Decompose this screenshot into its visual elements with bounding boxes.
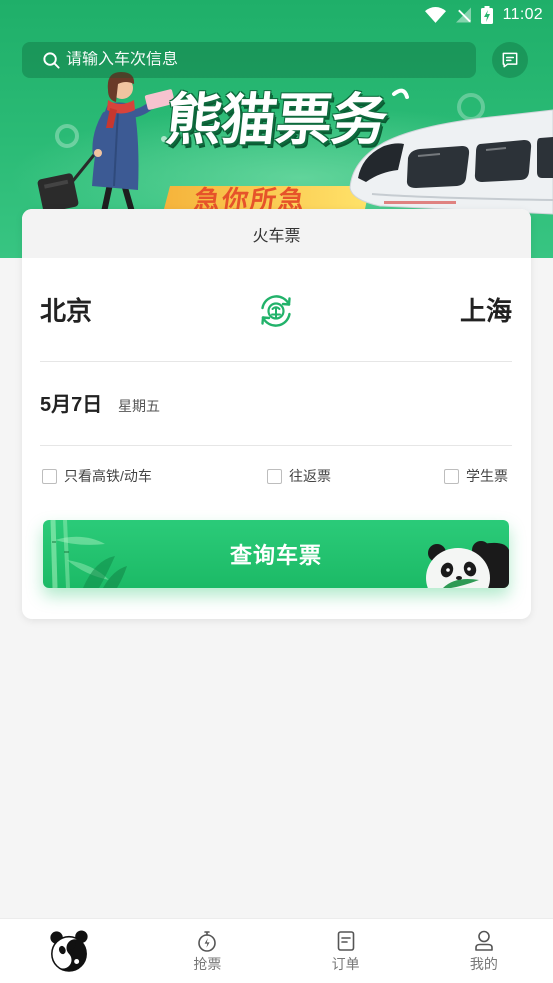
departure-weekday: 星期五 xyxy=(118,398,160,414)
nav-label: 订单 xyxy=(331,956,360,972)
nav-item-grab-tickets[interactable]: 抢票 xyxy=(138,919,276,983)
option-student-ticket[interactable]: 学生票 xyxy=(444,467,508,485)
order-document-icon xyxy=(337,931,354,951)
round-trip-checkbox[interactable] xyxy=(267,468,282,484)
search-tickets-button[interactable]: 查询车票 xyxy=(43,520,509,588)
status-bar: 11:02 xyxy=(424,0,543,30)
app-screen: 熊猫票务 急你所急 11:02 请输入车次信息 火车票 北京 上海 5月7日 星… xyxy=(0,0,553,983)
search-bar[interactable] xyxy=(22,42,476,78)
banner-title: 熊猫票务 xyxy=(162,88,390,153)
search-tickets-label: 查询车票 xyxy=(229,543,322,568)
bottom-nav: 抢票 订单 我的 xyxy=(0,918,553,983)
nav-item-home[interactable] xyxy=(0,919,138,983)
from-station[interactable]: 北京 xyxy=(40,294,92,328)
option-label: 往返票 xyxy=(289,468,331,484)
search-icon xyxy=(43,51,60,69)
option-round-trip[interactable]: 往返票 xyxy=(267,467,331,485)
search-input[interactable] xyxy=(66,51,446,69)
divider xyxy=(40,445,512,446)
ticket-search-card: 火车票 北京 上海 5月7日 星期五 只看高铁/动车 往返票 学生票 查询车票 xyxy=(22,209,531,619)
swap-stations-icon[interactable] xyxy=(258,293,294,329)
user-icon xyxy=(475,930,493,951)
divider xyxy=(40,361,512,362)
option-label: 只看高铁/动车 xyxy=(64,468,152,484)
student-ticket-checkbox[interactable] xyxy=(444,468,459,484)
option-label: 学生票 xyxy=(466,468,508,484)
high-speed-only-checkbox[interactable] xyxy=(42,468,57,484)
message-button[interactable] xyxy=(492,42,528,78)
nav-item-orders[interactable]: 订单 xyxy=(277,919,415,983)
panda-illustration xyxy=(426,541,509,588)
wifi-icon xyxy=(424,7,446,23)
message-icon xyxy=(502,52,518,68)
status-time: 11:02 xyxy=(502,6,543,23)
to-station[interactable]: 上海 xyxy=(460,294,512,328)
tab-train-ticket[interactable]: 火车票 xyxy=(22,209,531,258)
nav-item-mine[interactable]: 我的 xyxy=(415,919,553,983)
nav-label: 抢票 xyxy=(193,956,222,972)
nav-label: 我的 xyxy=(469,956,498,972)
no-sim-icon xyxy=(455,7,471,23)
option-high-speed-only[interactable]: 只看高铁/动车 xyxy=(42,467,152,485)
departure-date[interactable]: 5月7日 xyxy=(40,392,102,418)
stopwatch-icon xyxy=(198,931,217,952)
panda-logo-icon xyxy=(50,930,88,972)
battery-charging-icon xyxy=(480,6,493,24)
ring-decoration xyxy=(457,93,485,121)
